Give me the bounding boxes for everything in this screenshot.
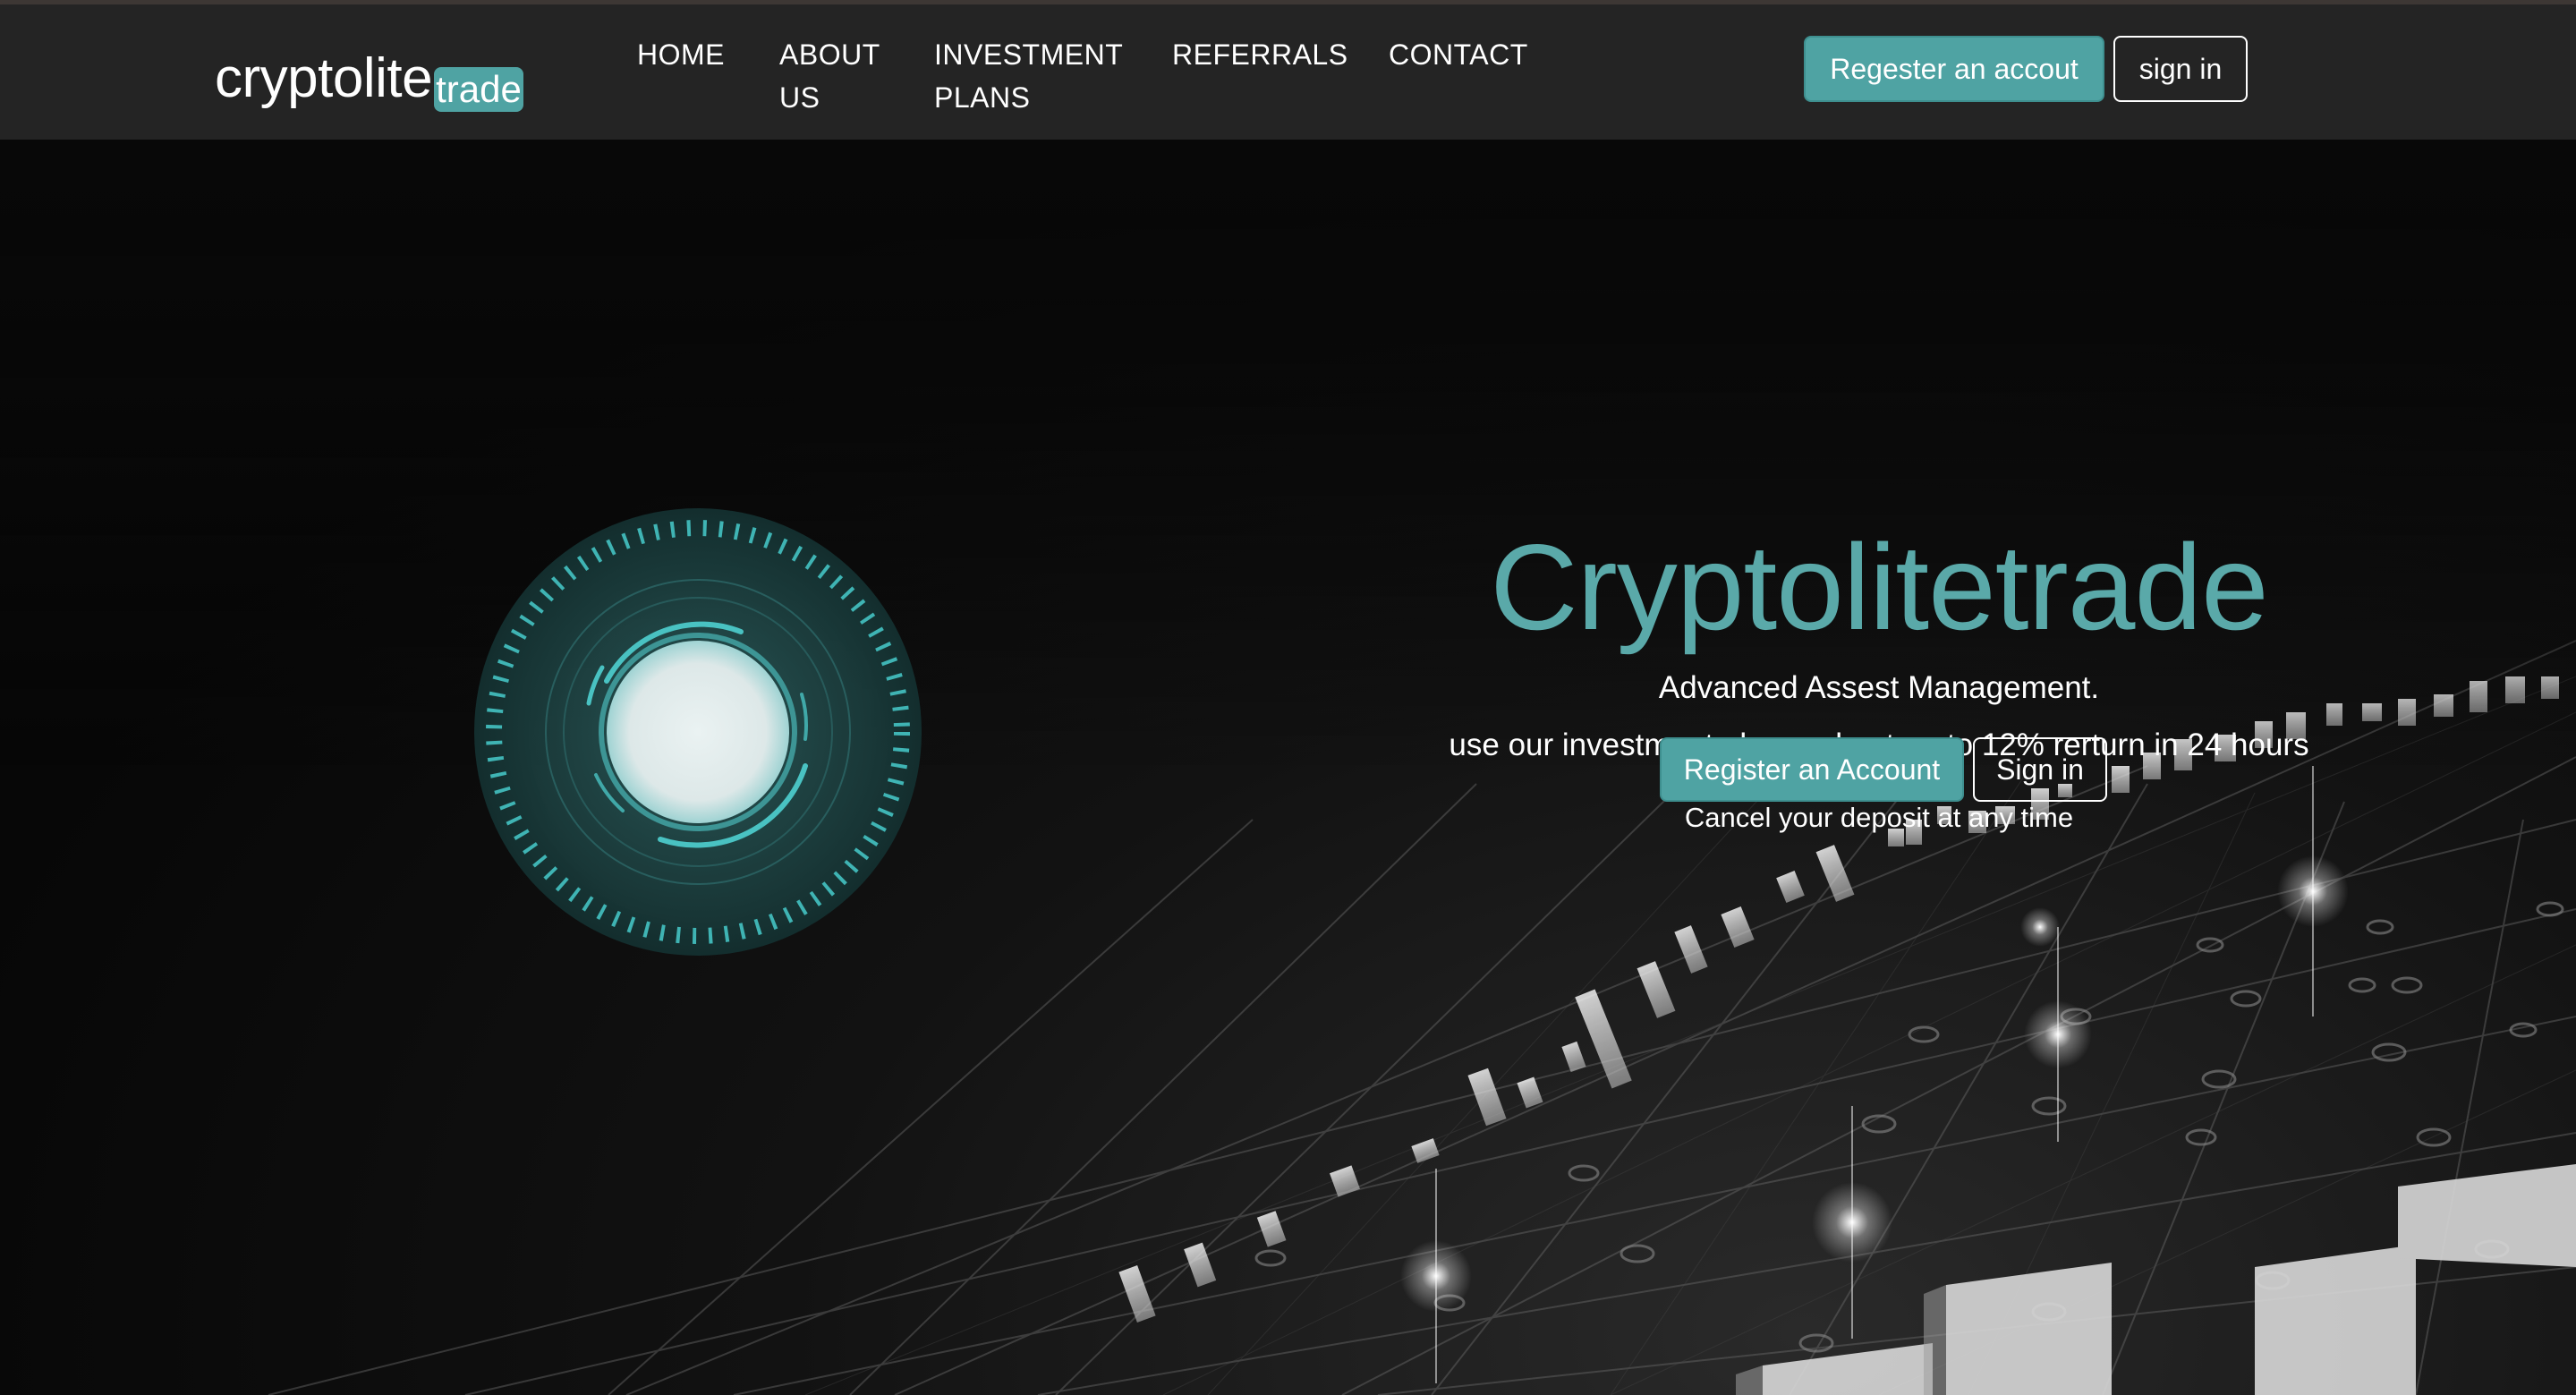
logo-text: cryptolite [215, 47, 433, 109]
hero-cancel-note: Cancel your deposit at any time [1684, 802, 2074, 833]
nav-investment-plans[interactable]: INVESTMENT PLANS [934, 33, 1140, 119]
logo-badge: trade [434, 67, 523, 112]
hero-title: Cryptolitetrade [1490, 519, 2268, 655]
nav-contact[interactable]: CONTACT [1389, 33, 1568, 76]
nav-home[interactable]: HOME [637, 33, 744, 76]
brand-logo[interactable]: cryptolite trade [215, 35, 523, 112]
hero-section: Cryptolitetrade Advanced Assest Manageme… [0, 140, 2576, 1395]
hero-signin-button[interactable]: Sign in [1973, 737, 2107, 802]
hero-register-button[interactable]: Register an Account [1660, 737, 1964, 802]
hero-subtitle: Advanced Assest Management. [1658, 670, 2100, 705]
glowing-ring-icon [474, 508, 922, 956]
header-register-button[interactable]: Regester an accout [1804, 36, 2104, 102]
top-navbar: cryptolite trade HOME ABOUT US INVESTMENT… [0, 0, 2576, 140]
nav-about-us[interactable]: ABOUT US [779, 33, 896, 119]
page: cryptolite trade HOME ABOUT US INVESTMENT… [0, 0, 2576, 1395]
nav-referrals[interactable]: REFERRALS [1172, 33, 1351, 76]
header-signin-button[interactable]: sign in [2113, 36, 2248, 102]
